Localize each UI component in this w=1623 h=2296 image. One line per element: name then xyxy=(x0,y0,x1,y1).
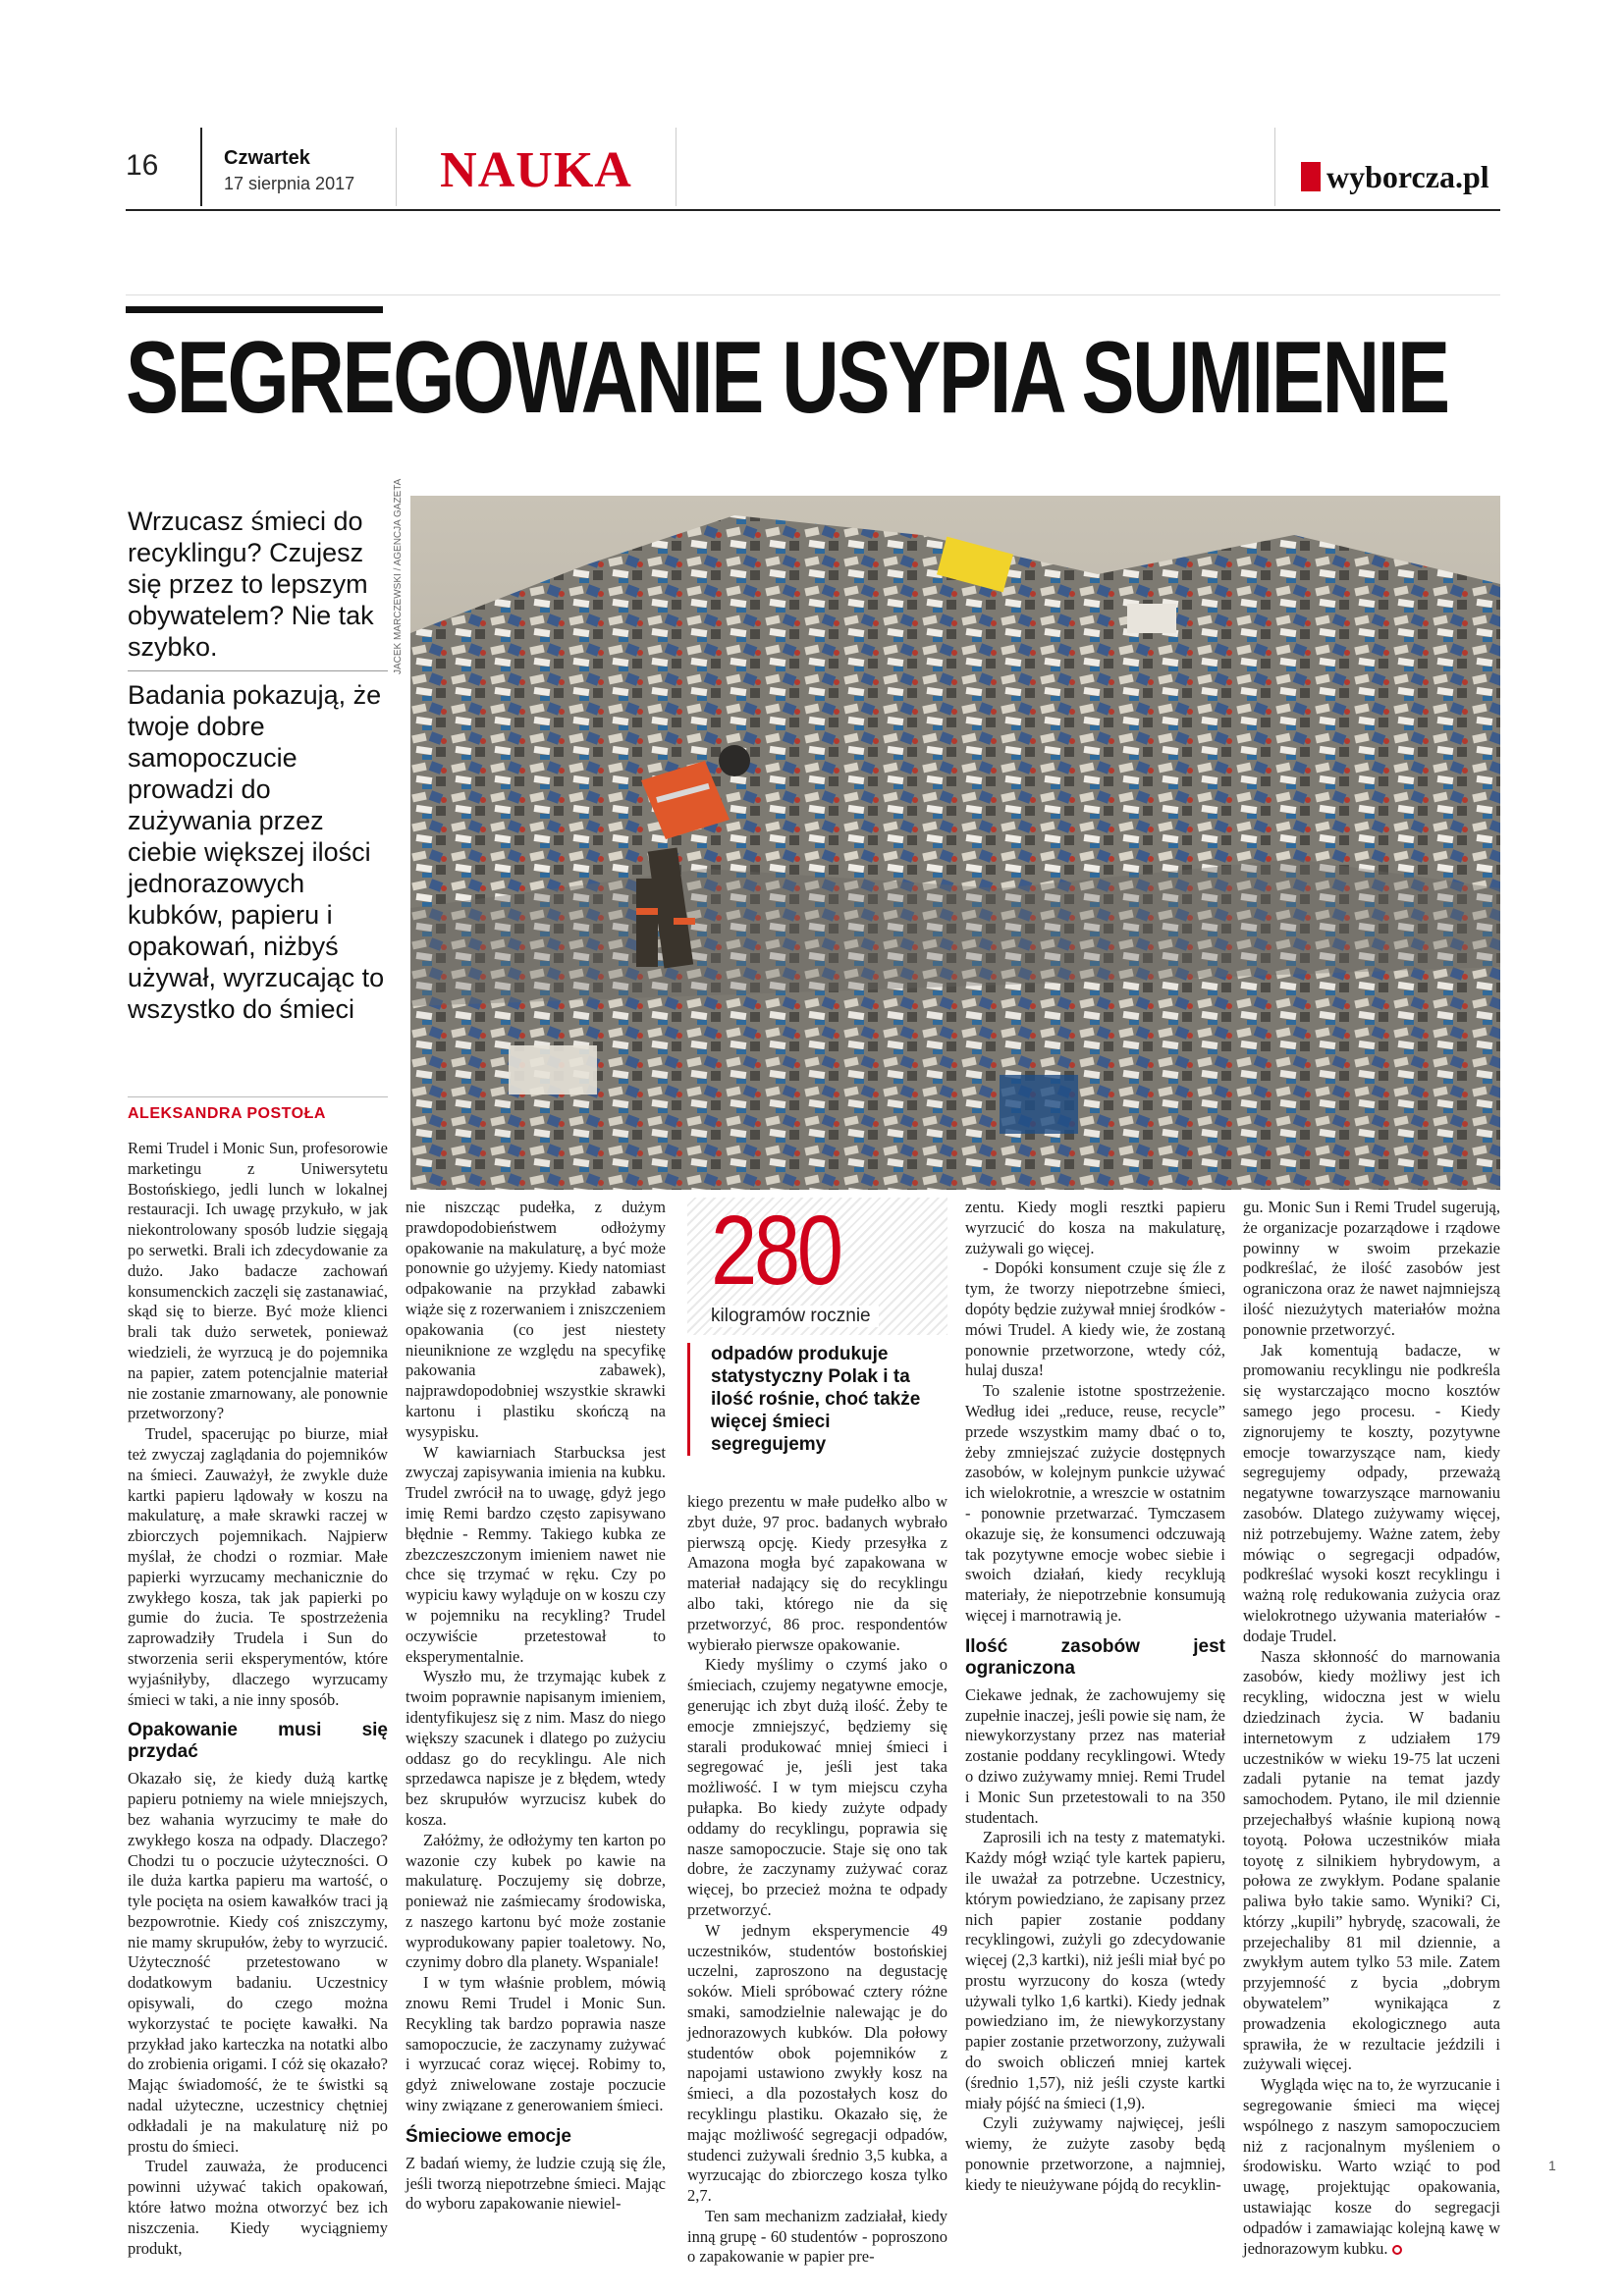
paragraph: Remi Trudel i Monic Sun, profesorowie ma… xyxy=(128,1139,388,1423)
lead: Wrzucasz śmieci do recyklingu? Czujesz s… xyxy=(128,506,388,1033)
paragraph: Nasza skłonność do marnowania zasobów, k… xyxy=(1243,1646,1500,2074)
paragraph: kiego prezentu w małe pudełko albo w zby… xyxy=(687,1492,947,1654)
paragraph: Ten sam mechanizm zadziałał, kiedy inną … xyxy=(687,2206,947,2267)
subheading: Opakowanie musi się przydać xyxy=(128,1720,388,1763)
article-column-2: nie niszcząc pudełka, z dużym prawdopodo… xyxy=(406,1198,666,2215)
header-divider xyxy=(126,294,1500,295)
subheading: Ilość zasobów jest ograniczona xyxy=(965,1635,1225,1679)
headline: SEGREGOWANIE USYPIA SUMIENIE xyxy=(126,321,1450,435)
paragraph: Ciekawe jednak, że zachowujemy się zupeł… xyxy=(965,1684,1225,1827)
brand-name: wyborcza.pl xyxy=(1326,158,1489,194)
paragraph: W kawiarniach Starbucksa jest zwyczaj za… xyxy=(406,1442,666,1666)
issue-date: 17 sierpnia 2017 xyxy=(224,174,355,193)
paragraph: Wygląda więc na to, że wyrzucanie i segr… xyxy=(1243,2075,1500,2259)
paragraph: Trudel, spacerując po biurze, miał też z… xyxy=(128,1424,388,1709)
paragraph: Kiedy myślimy o czymś jako o śmieciach, … xyxy=(687,1655,947,1919)
fact-unit: kilogramów rocznie xyxy=(711,1306,879,1327)
paragraph: I w tym właśnie problem, mówią znowu Rem… xyxy=(406,1973,666,2115)
paragraph-text: Wygląda więc na to, że wyrzucanie i segr… xyxy=(1243,2075,1500,2258)
article-column-1: Remi Trudel i Monic Sun, profesorowie ma… xyxy=(128,1139,388,2259)
paragraph: Okazało się, że kiedy dużą kartkę papier… xyxy=(128,1769,388,2156)
section-box: NAUKA xyxy=(397,128,676,206)
article-column-5: gu. Monic Sun i Remi Trudel sugerują, że… xyxy=(1243,1198,1500,2259)
headline-bar xyxy=(126,306,383,313)
article-column-3: kiego prezentu w małe pudełko albo w zby… xyxy=(687,1492,947,2268)
fact-description: odpadów produkuje statystyczny Polak i t… xyxy=(711,1344,921,1455)
paragraph: To szalenie istotne spostrzeżenie. Wedłu… xyxy=(965,1381,1225,1625)
paragraph: gu. Monic Sun i Remi Trudel sugerują, że… xyxy=(1243,1198,1500,1339)
brand-mark-icon xyxy=(1301,162,1321,191)
fact-number: 280 xyxy=(711,1196,843,1306)
paragraph: W jednym eksperymencie 49 uczestników, s… xyxy=(687,1920,947,2206)
page-number: 16 xyxy=(126,149,159,182)
header-rule xyxy=(126,209,1500,211)
landfill-photo-illustration xyxy=(410,496,1500,1190)
paragraph: Załóżmy, że odłożymy ten karton po wazon… xyxy=(406,1830,666,1972)
paragraph: Czyli zużywamy najwięcej, jeśli wiemy, ż… xyxy=(965,2113,1225,2194)
paragraph: Zaprosili ich na testy z matematyki. Każ… xyxy=(965,1828,1225,2112)
article-column-4: zentu. Kiedy mogli resztki papieru wyrzu… xyxy=(965,1198,1225,2196)
paragraph: Wyszło mu, że trzymając kubek z twoim po… xyxy=(406,1667,666,1829)
paragraph: Z badań wiemy, że ludzie czują się źle, … xyxy=(406,2153,666,2214)
paragraph: Jak komentują badacze, w promowaniu recy… xyxy=(1243,1340,1500,1645)
paragraph: Trudel zauważa, że producenci powinni uż… xyxy=(128,2157,388,2258)
paragraph: zentu. Kiedy mogli resztki papieru wyrzu… xyxy=(965,1198,1225,1257)
article-photo xyxy=(410,496,1500,1190)
day-name: Czwartek xyxy=(224,147,310,169)
subheading: Śmieciowe emocje xyxy=(406,2125,571,2147)
section-name: NAUKA xyxy=(440,142,632,198)
paragraph: nie niszcząc pudełka, z dużym prawdopodo… xyxy=(406,1198,666,1441)
fact-box: 280 kilogramów rocznie odpadów produkuje… xyxy=(687,1198,947,1482)
lead-body: Badania pokazują, że twoje dobre samopoc… xyxy=(128,670,388,1025)
date-box: Czwartek 17 sierpnia 2017 xyxy=(200,128,397,206)
paragraph: - Dopóki konsument czuje się źle z tym, … xyxy=(965,1258,1225,1380)
end-mark-icon xyxy=(1391,2244,1402,2255)
brand-logo: wyborcza.pl xyxy=(1274,128,1500,206)
page-header: 16 Czwartek 17 sierpnia 2017 NAUKA wybor… xyxy=(126,128,1500,206)
photo-credit: JACEK MARCZEWSKI / AGENCJA GAZETA xyxy=(393,478,404,674)
lead-intro: Wrzucasz śmieci do recyklingu? Czujesz s… xyxy=(128,507,374,662)
folio: 1 xyxy=(1548,2158,1556,2173)
author-byline: ALEKSANDRA POSTOŁA xyxy=(128,1096,388,1123)
